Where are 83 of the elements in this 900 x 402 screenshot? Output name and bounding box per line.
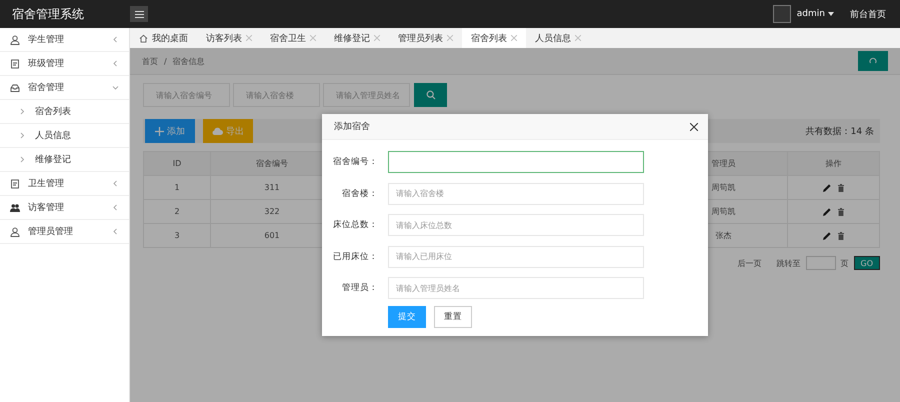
sidebar-item[interactable]: 班级管理	[0, 52, 129, 76]
tab[interactable]: 宿舍卫生	[261, 28, 325, 48]
tab[interactable]: 我的桌面	[130, 28, 197, 48]
close-icon[interactable]	[575, 35, 581, 41]
search-field[interactable]: 请输入管理员姓名	[323, 83, 410, 107]
column-header: ID	[144, 152, 211, 176]
chevron-icon	[20, 108, 25, 115]
field-label: 管理员：	[341, 282, 378, 294]
field-label: 宿舍楼：	[341, 188, 378, 200]
trash-icon[interactable]	[836, 208, 844, 216]
sidebar-item[interactable]: 管理员管理	[0, 220, 129, 244]
sidebar-subitem[interactable]: 宿舍列表	[0, 100, 129, 124]
total-count: 共有数据：14 条	[806, 126, 874, 138]
close-icon[interactable]	[246, 35, 252, 41]
tab-label: 访客列表	[206, 32, 242, 44]
cloud-icon	[212, 126, 223, 136]
page-unit: 页	[840, 258, 848, 268]
tab[interactable]: 访客列表	[197, 28, 261, 48]
edit-icon[interactable]	[822, 208, 830, 216]
page-input[interactable]	[806, 256, 836, 270]
sidebar-item[interactable]: 宿舍管理	[0, 76, 129, 100]
field-label: 床位总数：	[332, 219, 378, 231]
close-icon[interactable]	[447, 35, 453, 41]
user-menu[interactable]: admin	[796, 9, 834, 19]
edit-icon[interactable]	[822, 184, 830, 192]
refresh-button[interactable]	[858, 51, 888, 71]
reset-button[interactable]: 重置	[434, 306, 472, 328]
input-field[interactable]	[388, 151, 644, 173]
table-cell: 1	[144, 176, 211, 200]
tab[interactable]: 维修登记	[325, 28, 389, 48]
sidebar-item[interactable]: 学生管理	[0, 28, 129, 52]
table-cell: 3	[144, 224, 211, 248]
home-icon	[139, 34, 148, 42]
tab[interactable]: 人员信息	[526, 28, 590, 48]
home-link[interactable]: 前台首页	[850, 8, 886, 20]
tab-label: 宿舍列表	[471, 32, 507, 44]
document-icon	[10, 58, 20, 68]
inbox-icon	[10, 82, 20, 92]
field-label: 宿舍编号：	[332, 156, 378, 168]
breadcrumb-link[interactable]: 宿舍信息	[172, 56, 205, 66]
tab-label: 管理员列表	[398, 32, 443, 44]
plus-icon	[155, 126, 164, 136]
sidebar-subitem[interactable]: 维修登记	[0, 148, 129, 172]
sidebar-item[interactable]: 访客管理	[0, 196, 129, 220]
tab-label: 我的桌面	[152, 32, 188, 44]
breadcrumb-link[interactable]: 首页	[142, 56, 158, 66]
jump-label: 跳转至	[776, 258, 800, 268]
search-field[interactable]: 请输入宿舍楼	[233, 83, 320, 107]
menu-icon	[134, 10, 144, 18]
document-icon	[10, 178, 20, 188]
next-page-link[interactable]: 后一页	[738, 258, 762, 268]
search-button[interactable]	[414, 83, 447, 107]
avatar-image	[772, 5, 791, 23]
refresh-icon	[869, 57, 877, 65]
close-icon	[690, 122, 698, 131]
close-icon[interactable]	[511, 35, 517, 41]
dialog-title: 添加宿舍	[334, 120, 371, 134]
edit-icon[interactable]	[822, 232, 830, 240]
search-icon	[426, 90, 436, 100]
tab[interactable]: 宿舍列表	[462, 28, 526, 48]
sidebar-item[interactable]: 卫生管理	[0, 172, 129, 196]
user-icon	[10, 226, 20, 236]
app-title: 宿舍管理系统	[11, 6, 85, 22]
sidebar-subitem[interactable]: 人员信息	[0, 124, 129, 148]
menu-button[interactable]	[130, 6, 148, 22]
user-icon	[10, 34, 20, 44]
search-field[interactable]: 请输入宿舍编号	[143, 83, 230, 107]
tab-label: 人员信息	[535, 32, 571, 44]
field-label: 已用床位：	[332, 250, 378, 262]
breadcrumb-separator: /	[164, 56, 167, 66]
tab-label: 维修登记	[334, 32, 370, 44]
trash-icon[interactable]	[836, 184, 844, 192]
close-icon[interactable]	[374, 35, 380, 41]
tab-label: 宿舍卫生	[270, 32, 306, 44]
column-header: 操作	[788, 152, 880, 176]
caret-icon	[828, 12, 834, 16]
trash-icon[interactable]	[836, 232, 844, 240]
chevron-icon	[20, 156, 25, 163]
chevron-icon	[20, 132, 25, 139]
close-icon[interactable]	[310, 35, 316, 41]
tab[interactable]: 管理员列表	[389, 28, 462, 48]
table-cell: 2	[144, 200, 211, 224]
users-icon	[10, 202, 20, 212]
